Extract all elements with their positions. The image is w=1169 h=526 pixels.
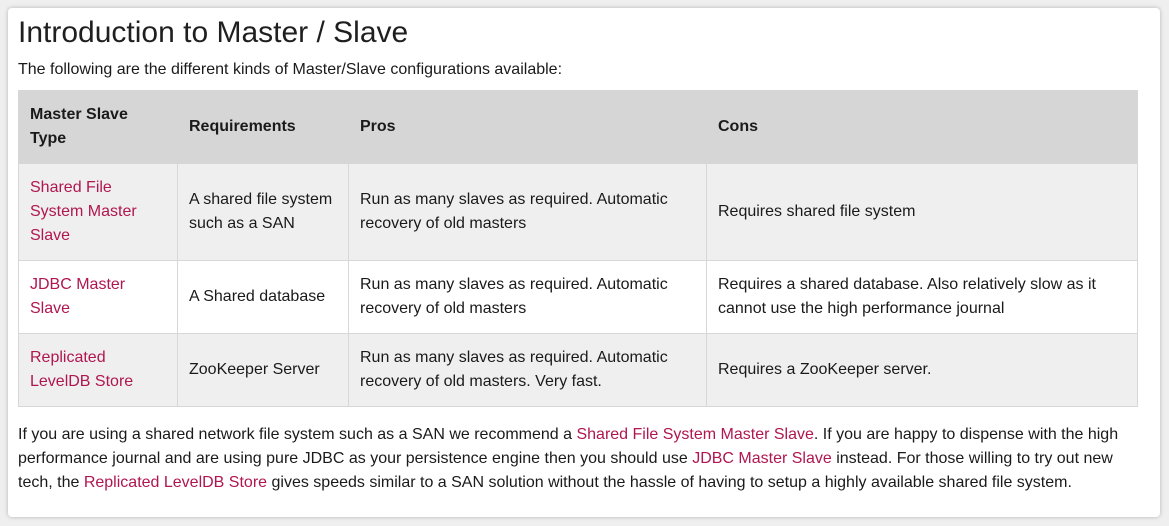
replicated-leveldb-inline-link[interactable]: Replicated LevelDB Store: [84, 474, 267, 491]
header-cons: Cons: [706, 90, 1138, 164]
recommendation-text: gives speeds similar to a SAN solution w…: [267, 474, 1072, 491]
shared-file-system-inline-link[interactable]: Shared File System Master Slave: [576, 426, 813, 443]
jdbc-master-slave-link[interactable]: JDBC Master Slave: [30, 276, 125, 317]
intro-text: The following are the different kinds of…: [18, 61, 563, 78]
table-row: Replicated LevelDB Store ZooKeeper Serve…: [18, 333, 1138, 407]
table-row: JDBC Master Slave A Shared database Run …: [18, 260, 1138, 334]
pros-cell: Run as many slaves as required. Automati…: [348, 260, 707, 334]
content-card: Introduction to Master / Slave The follo…: [8, 8, 1160, 517]
table-row: Shared File System Master Slave A shared…: [18, 163, 1138, 261]
type-cell: JDBC Master Slave: [18, 260, 178, 334]
requirements-cell: A Shared database: [177, 260, 349, 334]
pros-cell: Run as many slaves as required. Automati…: [348, 163, 707, 261]
requirements-cell: ZooKeeper Server: [177, 333, 349, 407]
cons-cell: Requires a ZooKeeper server.: [706, 333, 1138, 407]
cons-cell: Requires shared file system: [706, 163, 1138, 261]
shared-file-system-link[interactable]: Shared File System Master Slave: [30, 179, 137, 244]
cons-cell: Requires a shared database. Also relativ…: [706, 260, 1138, 334]
requirements-cell: A shared file system such as a SAN: [177, 163, 349, 261]
table-header-row: Master Slave Type Requirements Pros Cons: [18, 90, 1138, 164]
type-cell: Replicated LevelDB Store: [18, 333, 178, 407]
recommendation-paragraph: If you are using a shared network file s…: [18, 423, 1150, 495]
type-cell: Shared File System Master Slave: [18, 163, 178, 261]
header-master-slave-type: Master Slave Type: [18, 90, 178, 164]
replicated-leveldb-link[interactable]: Replicated LevelDB Store: [30, 349, 133, 390]
recommendation-text: If you are using a shared network file s…: [18, 426, 577, 443]
pros-cell: Run as many slaves as required. Automati…: [348, 333, 707, 407]
page-title: Introduction to Master / Slave: [18, 16, 409, 49]
master-slave-table: Master Slave Type Requirements Pros Cons…: [18, 90, 1138, 407]
header-requirements: Requirements: [177, 90, 349, 164]
header-pros: Pros: [348, 90, 707, 164]
jdbc-master-slave-inline-link[interactable]: JDBC Master Slave: [692, 450, 832, 467]
